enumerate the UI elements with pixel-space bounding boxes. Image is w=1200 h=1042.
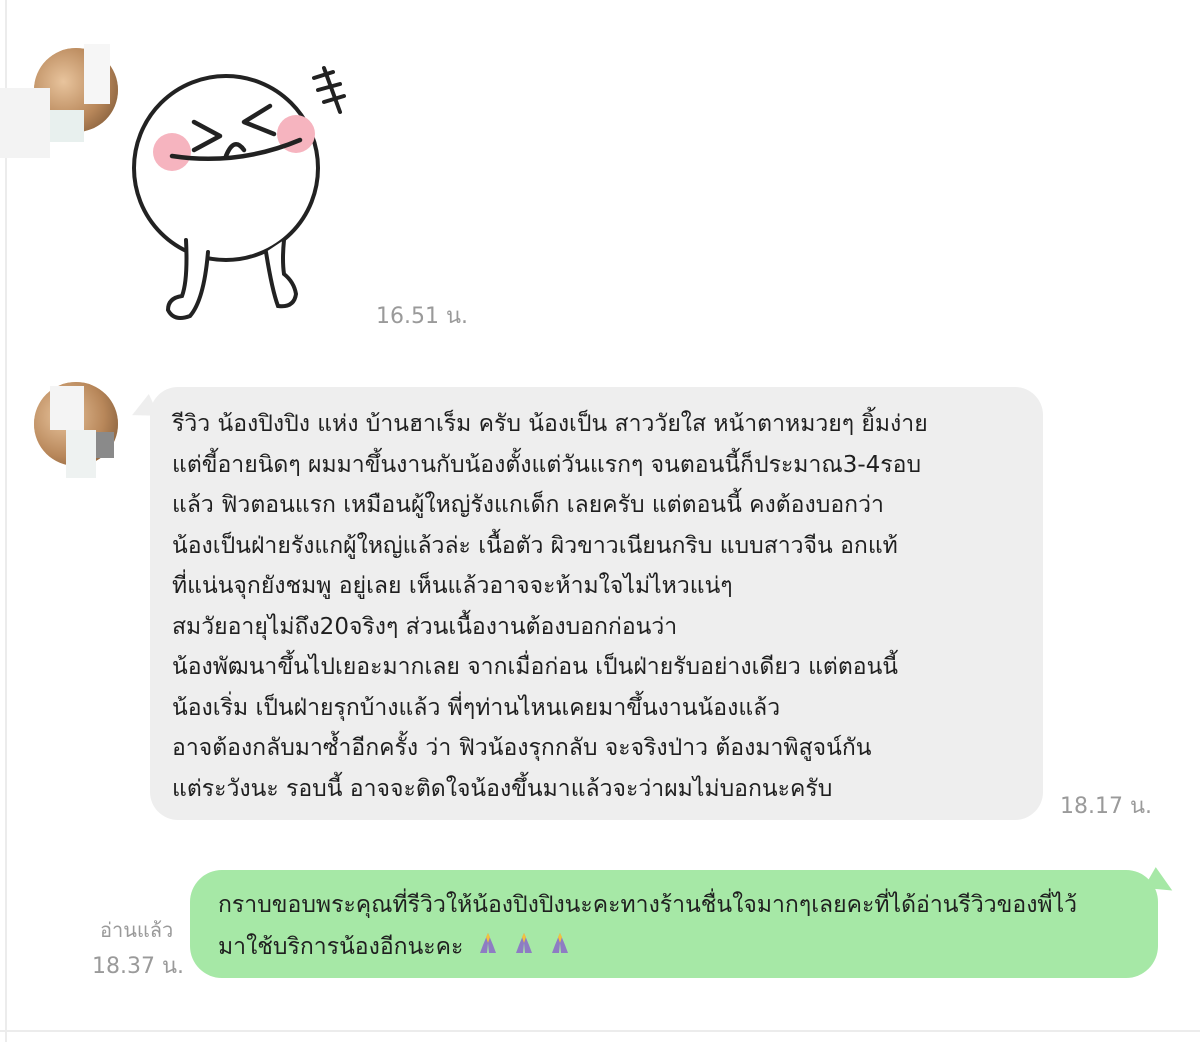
incoming-message-text: รีวิว น้องปิงปิง แห่ง บ้านฮาเร็ม ครับ น้… [172, 404, 1022, 809]
message-line: มาใช้บริการน้องอีกนะคะ [218, 926, 1148, 969]
avatar-censor-block [96, 432, 114, 458]
avatar-censor-block [84, 44, 110, 104]
message-line: สมวัยอายุไม่ถึง20จริงๆ ส่วนเนื้องานต้องบ… [172, 613, 678, 640]
message-line: น้องเป็นฝ่ายรังแกผู้ใหญ่แล้วล่ะ เนื้อตัว… [172, 532, 898, 559]
bottom-divider [0, 1030, 1200, 1032]
message-line: น้องเริ่ม เป็นฝ่ายรุกบ้างแล้ว พี่ๆท่านไห… [172, 694, 781, 721]
message-line: แต่ระวังนะ รอบนี้ อาจจะติดใจน้องขึ้นมาแล… [172, 775, 833, 802]
timestamp: 18.17 น. [1060, 794, 1153, 819]
avatar-censor-block [0, 88, 50, 158]
laughing-face-sticker-icon [132, 66, 346, 320]
folded-hands-icon [549, 927, 571, 969]
read-receipt: อ่านแล้ว [100, 918, 174, 942]
message-line: แต่ขี้อายนิดๆ ผมมาขึ้นงานกับน้องตั้งแต่ว… [172, 451, 922, 478]
message-line: ที่แน่นจุกยังชมพู อยู่เลย เห็นแล้วอาจจะห… [172, 573, 733, 599]
avatar-censor-block [50, 110, 84, 142]
message-line: น้องพัฒนาขึ้นไปเยอะมากเลย จากเมื่อก่อน เ… [172, 654, 899, 680]
folded-hands-icon [477, 927, 499, 969]
message-line: แล้ว ฟิวตอนแรก เหมือนผู้ใหญ่รังแกเด็ก เล… [172, 492, 884, 518]
message-line: รีวิว น้องปิงปิง แห่ง บ้านฮาเร็ม ครับ น้… [172, 411, 928, 437]
laughing-face-sticker[interactable] [128, 60, 358, 330]
folded-hands-icon [513, 927, 535, 969]
chat-window: 16.51 น. รีวิว น้องปิงปิง แห่ง บ้านฮาเร็… [0, 0, 1200, 1042]
message-line-text: มาใช้บริการน้องอีกนะคะ [218, 934, 464, 960]
avatar-censor-block [50, 386, 84, 430]
message-line: อาจต้องกลับมาซ้ำอีกครั้ง ว่า ฟิวน้องรุกก… [172, 735, 872, 761]
outgoing-message-text: กราบขอบพระคุณที่รีวิวให้น้องปิงปิงนะคะทา… [218, 884, 1148, 969]
timestamp: 18.37 น. [92, 954, 185, 979]
avatar-censor-block [66, 430, 96, 478]
message-line: กราบขอบพระคุณที่รีวิวให้น้องปิงปิงนะคะทา… [218, 892, 1078, 918]
timestamp: 16.51 น. [376, 304, 469, 329]
